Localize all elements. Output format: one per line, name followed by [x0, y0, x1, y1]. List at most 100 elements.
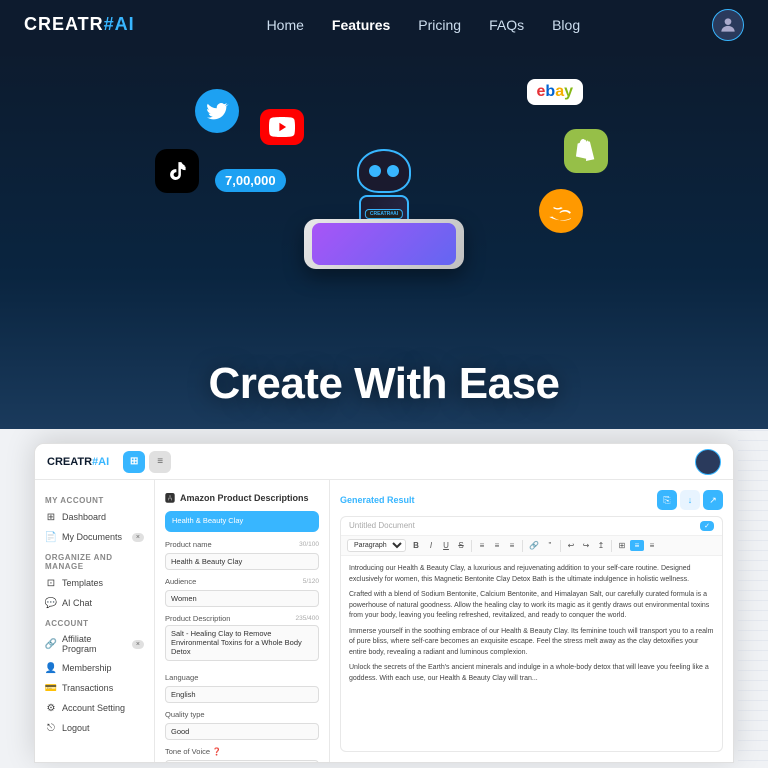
link-button[interactable]: 🔗	[526, 540, 542, 551]
nav-link-pricing[interactable]: Pricing	[418, 17, 461, 33]
list-ul-button[interactable]: ≡	[630, 540, 644, 551]
quality-select[interactable]: Good	[165, 723, 319, 740]
product-name-input[interactable]	[165, 553, 319, 570]
dots-decoration-right	[738, 429, 768, 768]
nav-link-home[interactable]: Home	[267, 17, 304, 33]
topbar-avatar[interactable]	[695, 449, 721, 475]
tone-select[interactable]	[165, 760, 319, 763]
sidebar-item-dashboard[interactable]: ⊞ Dashboard	[35, 507, 154, 527]
sidebar-item-documents[interactable]: 📄 My Documents ×	[35, 527, 154, 547]
topbar-icon-2[interactable]: ≡	[149, 451, 171, 473]
sidebar-label-membership: Membership	[62, 663, 112, 673]
sidebar-label-settings: Account Setting	[62, 703, 125, 713]
copy-button[interactable]: ⎘	[657, 490, 677, 510]
form-label-product-name: Product name 30/100	[165, 540, 319, 549]
format-select[interactable]: Paragraph	[347, 539, 406, 552]
transactions-icon: 💳	[45, 682, 57, 694]
underline-button[interactable]: U	[439, 540, 453, 551]
nav-link-blog[interactable]: Blog	[552, 17, 580, 33]
documents-icon: 📄	[45, 531, 57, 543]
affiliate-icon: 🔗	[45, 638, 57, 650]
app-window: CREATR#AI ⊞ ≡ My Account ⊞ Dashboard 📄 M…	[34, 443, 734, 763]
robot-eye-left	[369, 165, 381, 177]
topbar-icon-1[interactable]: ⊞	[123, 451, 145, 473]
toolbar-divider-3	[560, 540, 561, 552]
affiliate-badge: ×	[132, 640, 144, 649]
strikethrough-button[interactable]: S	[454, 540, 468, 551]
form-field-tone: Tone of Voice ❓	[165, 747, 319, 763]
sidebar-item-affiliate[interactable]: 🔗 Affiliate Program ×	[35, 630, 154, 658]
sidebar-label-aichat: AI Chat	[62, 598, 92, 608]
phone-screen	[312, 223, 456, 265]
align-right-button[interactable]: ≡	[505, 540, 519, 551]
hero-section: 7,00,000 CREATR#AI	[0, 49, 768, 429]
sidebar-label-templates: Templates	[62, 578, 103, 588]
navbar-logo: CREATR#AI	[24, 14, 135, 35]
ebay-icon: ebay	[527, 79, 584, 105]
navbar-links: Home Features Pricing FAQs Blog	[267, 17, 581, 33]
product-description-input[interactable]: Salt - Healing Clay to Remove Environmen…	[165, 625, 319, 661]
italic-button[interactable]: I	[424, 540, 438, 551]
undo-button[interactable]: ↩	[564, 540, 578, 551]
sidebar-item-settings[interactable]: ⚙ Account Setting	[35, 698, 154, 718]
app-topbar: CREATR#AI ⊞ ≡	[35, 444, 733, 480]
sidebar-section-account: Account	[35, 613, 154, 630]
editor-doc-title: Untitled Document ✓	[341, 517, 722, 536]
form-label-quality: Quality type	[165, 710, 319, 719]
align-left-button[interactable]: ≡	[475, 540, 489, 551]
settings-icon: ⚙	[45, 702, 57, 714]
robot-illustration: CREATR#AI	[284, 79, 484, 279]
hero-headline: Create With Ease	[0, 359, 768, 409]
counter-badge: 7,00,000	[215, 169, 286, 192]
output-actions: ⎘ ↓ ↗	[657, 490, 723, 510]
navbar: CREATR#AI Home Features Pricing FAQs Blo…	[0, 0, 768, 49]
download-button[interactable]: ↓	[680, 490, 700, 510]
avatar-button[interactable]	[712, 9, 744, 41]
documents-badge: ×	[132, 533, 144, 542]
robot-eye-right	[387, 165, 399, 177]
list-ol-button[interactable]: ≡	[645, 540, 659, 551]
sidebar-item-transactions[interactable]: 💳 Transactions	[35, 678, 154, 698]
tiktok-icon	[155, 149, 199, 193]
amazon-icon	[539, 189, 583, 233]
phone-platform	[304, 219, 464, 269]
sidebar-item-aichat[interactable]: 💬 AI Chat	[35, 593, 154, 613]
toolbar-divider-2	[522, 540, 523, 552]
toolbar-divider-1	[471, 540, 472, 552]
sidebar-section-organize: Organize and Manage	[35, 547, 154, 573]
output-panel-title: Generated Result ⎘ ↓ ↗	[340, 490, 723, 510]
language-select[interactable]: English	[165, 686, 319, 703]
toolbar-divider-4	[611, 540, 612, 552]
bold-button[interactable]: B	[409, 540, 423, 551]
sidebar-item-logout[interactable]: ⎋ Logout	[35, 718, 154, 738]
sidebar-item-templates[interactable]: ⊡ Templates	[35, 573, 154, 593]
editor-toolbar: Paragraph B I U S ≡ ≡ ≡ 🔗 "	[341, 536, 722, 556]
form-label-audience: Audience 5/120	[165, 577, 319, 586]
table-button[interactable]: ⊞	[615, 540, 629, 551]
form-field-product-name: Product name 30/100	[165, 540, 319, 570]
robot-body: CREATR#AI	[349, 149, 419, 229]
nav-link-faqs[interactable]: FAQs	[489, 17, 524, 33]
editor-paragraph-4: Unlock the secrets of the Earth's ancien…	[349, 663, 714, 684]
output-panel: Generated Result ⎘ ↓ ↗ Untitled Document…	[330, 480, 733, 762]
robot-brand-badge: CREATR#AI	[365, 209, 403, 219]
form-field-quality: Quality type Good	[165, 710, 319, 740]
format-clear-button[interactable]: ↥	[594, 540, 608, 551]
align-center-button[interactable]: ≡	[490, 540, 504, 551]
audience-input[interactable]	[165, 590, 319, 607]
sidebar-label-documents: My Documents	[62, 532, 122, 542]
form-field-description: Product Description 235/400 Salt - Heali…	[165, 614, 319, 666]
sidebar-section-my-account: My Account	[35, 490, 154, 507]
editor-content: Introducing our Health & Beauty Clay, a …	[341, 556, 722, 751]
sidebar-label-logout: Logout	[62, 723, 90, 733]
form-label-tone: Tone of Voice ❓	[165, 747, 319, 756]
nav-link-features[interactable]: Features	[332, 17, 390, 33]
quote-button[interactable]: "	[543, 540, 557, 551]
twitter-icon	[195, 89, 239, 133]
app-preview-section: CREATR#AI ⊞ ≡ My Account ⊞ Dashboard 📄 M…	[0, 429, 768, 768]
share-button[interactable]: ↗	[703, 490, 723, 510]
shopify-icon	[564, 129, 608, 173]
membership-icon: 👤	[45, 662, 57, 674]
redo-button[interactable]: ↪	[579, 540, 593, 551]
sidebar-item-membership[interactable]: 👤 Membership	[35, 658, 154, 678]
